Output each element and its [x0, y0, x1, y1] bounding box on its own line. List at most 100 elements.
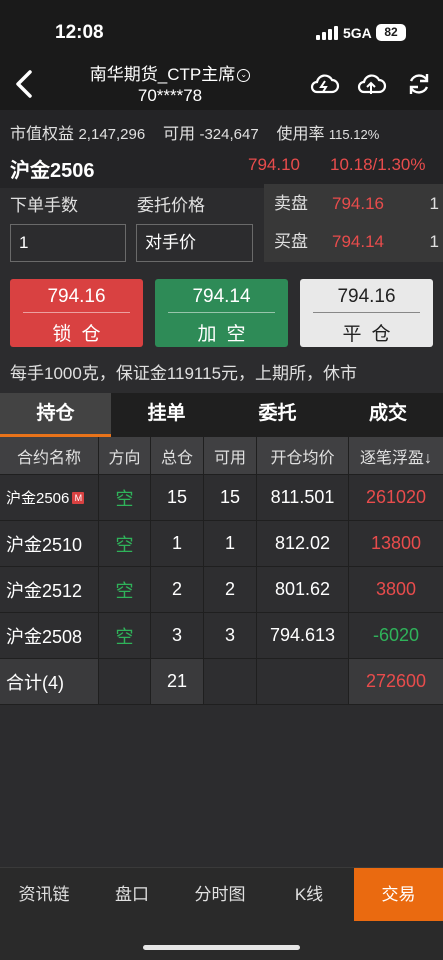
add-short-button[interactable]: 794.14 加空 — [155, 279, 288, 347]
lock-label: 锁仓 — [52, 324, 111, 345]
bid-qty: 1 — [429, 232, 439, 251]
row-avg-price: 812.02 — [257, 521, 349, 566]
positions-table: 合约名称 方向 总仓 可用 开仓均价 逐笔浮盈↓ 沪金2506 M 空 15 15… — [0, 437, 443, 705]
total-avg-blank — [257, 659, 349, 704]
table-header: 合约名称 方向 总仓 可用 开仓均价 逐笔浮盈↓ — [0, 437, 443, 475]
row-direction: 空 — [99, 521, 151, 566]
contract-price: 794.10 — [248, 155, 300, 174]
table-row[interactable]: 沪金2508 空 3 3 794.613 -6020 — [0, 613, 443, 659]
row-total: 2 — [151, 567, 204, 612]
nav-kline[interactable]: K线 — [264, 868, 354, 922]
row-name: 沪金2508 — [0, 613, 99, 658]
status-bar: 12:08 5GA 82 — [0, 0, 443, 58]
back-arrow-icon — [16, 70, 32, 98]
ask-qty: 1 — [429, 194, 439, 213]
row-total: 3 — [151, 613, 204, 658]
close-price: 794.16 — [337, 286, 396, 307]
row-available: 3 — [204, 613, 257, 658]
nav-order-book[interactable]: 盘口 — [88, 868, 176, 922]
row-avg-price: 801.62 — [257, 567, 349, 612]
close-position-button[interactable]: 794.16 平仓 — [300, 279, 433, 347]
home-indicator-area — [0, 921, 443, 960]
available-value: -324,647 — [199, 126, 259, 143]
row-name: 沪金2512 — [0, 567, 99, 612]
contract-info: 每手1000克，保证金119115元，上期所，休市 — [10, 364, 358, 383]
add-short-label: 加空 — [197, 324, 256, 345]
bottom-nav: 资讯链 盘口 分时图 K线 交易 — [0, 867, 443, 922]
lock-price: 794.16 — [47, 286, 106, 307]
signal-icon — [316, 26, 338, 40]
tab-bar: 持仓 挂单 委托 成交 — [0, 393, 443, 437]
nav-news[interactable]: 资讯链 — [0, 868, 88, 922]
col-header-available[interactable]: 可用 — [204, 437, 257, 474]
cloud-upload-icon[interactable] — [355, 68, 387, 100]
add-short-price: 794.14 — [192, 286, 251, 307]
total-direction-blank — [99, 659, 151, 704]
cloud-sync-icon[interactable] — [308, 68, 340, 100]
row-pnl: 261020 — [365, 487, 427, 507]
table-row[interactable]: 沪金2510 空 1 1 812.02 13800 — [0, 521, 443, 567]
col-header-direction[interactable]: 方向 — [99, 437, 151, 474]
contract-name[interactable]: 沪金2506 — [10, 154, 95, 183]
row-available: 1 — [204, 521, 257, 566]
table-row[interactable]: 沪金2512 空 2 2 801.62 3800 — [0, 567, 443, 613]
usage-value: 115.12% — [328, 127, 380, 142]
col-header-total[interactable]: 总仓 — [151, 437, 204, 474]
available-label: 可用 — [162, 126, 195, 143]
back-button[interactable] — [10, 66, 40, 102]
row-avg-price: 794.613 — [257, 613, 349, 658]
tab-pending[interactable]: 挂单 — [111, 393, 222, 437]
tab-trades[interactable]: 成交 — [333, 393, 443, 437]
status-time: 12:08 — [55, 22, 104, 43]
table-total-row: 合计(4) 21 272600 — [0, 659, 443, 705]
price-label: 委托价格 — [137, 196, 205, 215]
col-header-pnl[interactable]: 逐笔浮盈↓ — [349, 437, 443, 474]
app-header: 南华期货_CTP主席 ⌄ 70****78 — [0, 58, 443, 110]
tab-orders[interactable]: 委托 — [222, 393, 333, 437]
bid-row[interactable]: 买盘 794.14 1 — [274, 224, 439, 260]
main-contract-badge: M — [72, 491, 85, 504]
close-label: 平仓 — [342, 324, 401, 345]
equity-value: 2,147,296 — [78, 126, 146, 143]
bid-price: 794.14 — [332, 232, 384, 251]
bid-label: 买盘 — [274, 232, 308, 251]
battery-icon: 82 — [376, 24, 406, 41]
qty-label: 下单手数 — [10, 196, 78, 215]
lock-button[interactable]: 794.16 锁仓 — [10, 279, 143, 347]
order-book: 卖盘 794.16 1 买盘 794.14 1 — [264, 184, 443, 262]
col-header-name[interactable]: 合约名称 — [0, 437, 99, 474]
row-available: 15 — [204, 475, 257, 520]
tab-positions[interactable]: 持仓 — [0, 393, 111, 437]
row-pnl: -6020 — [372, 625, 420, 645]
row-direction: 空 — [99, 567, 151, 612]
account-title[interactable]: 南华期货_CTP主席 ⌄ 70****78 — [70, 64, 270, 106]
price-input[interactable]: 对手价 — [136, 224, 253, 262]
col-header-avg-price[interactable]: 开仓均价 — [257, 437, 349, 474]
row-total: 15 — [151, 475, 204, 520]
row-avg-price: 811.501 — [257, 475, 349, 520]
total-label: 合计(4) — [0, 659, 99, 704]
chevron-down-icon: ⌄ — [237, 69, 251, 83]
nav-timeshare[interactable]: 分时图 — [176, 868, 264, 922]
row-name: 沪金2506 M — [0, 475, 99, 520]
qty-input[interactable]: 1 — [10, 224, 126, 262]
table-row[interactable]: 沪金2506 M 空 15 15 811.501 261020 — [0, 475, 443, 521]
row-name: 沪金2510 — [0, 521, 99, 566]
home-indicator[interactable] — [143, 945, 300, 950]
ask-price: 794.16 — [332, 194, 384, 213]
total-pnl: 272600 — [349, 659, 443, 704]
ask-label: 卖盘 — [274, 194, 308, 213]
row-pnl: 3800 — [375, 579, 417, 599]
row-available: 2 — [204, 567, 257, 612]
refresh-icon[interactable] — [403, 68, 435, 100]
total-available-blank — [204, 659, 257, 704]
account-summary: 市值权益 2,147,296 可用 -324,647 使用率 115.12% 沪… — [0, 110, 443, 188]
usage-label: 使用率 — [276, 126, 325, 143]
ask-row[interactable]: 卖盘 794.16 1 — [274, 186, 439, 222]
row-pnl: 13800 — [370, 533, 422, 553]
account-name: 南华期货_CTP主席 — [89, 65, 236, 84]
account-number: 70****78 — [137, 86, 203, 105]
equity-label: 市值权益 — [10, 126, 75, 143]
nav-trade[interactable]: 交易 — [354, 868, 443, 922]
network-type: 5GA — [343, 25, 372, 41]
